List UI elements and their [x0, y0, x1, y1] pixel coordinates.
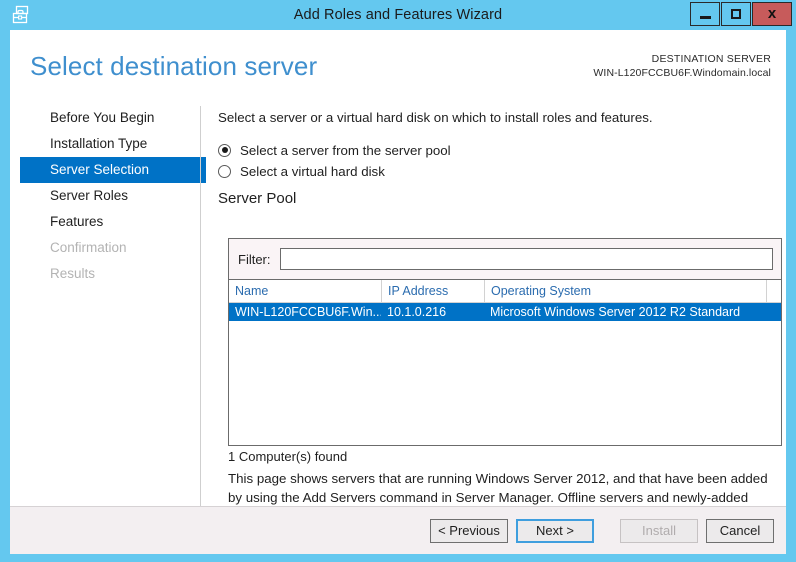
minimize-button[interactable]: [690, 2, 720, 26]
wizard-step-nav: Before You Begin Installation Type Serve…: [10, 105, 206, 520]
sidebar-item-installation-type[interactable]: Installation Type: [20, 131, 206, 157]
intro-text: Select a server or a virtual hard disk o…: [218, 110, 653, 125]
wizard-footer: < Previous Next > Install Cancel: [10, 506, 786, 554]
column-header-spacer: [766, 280, 781, 302]
cell-server-name: WIN-L120FCCBU6F.Win...: [235, 305, 381, 319]
server-pool-table: Name IP Address Operating System WIN-L12…: [228, 280, 782, 446]
maximize-icon: [731, 9, 741, 19]
radio-label-server-pool: Select a server from the server pool: [240, 142, 451, 158]
radio-indicator-selected: [218, 143, 231, 157]
destination-server-block: DESTINATION SERVER WIN-L120FCCBU6F.Windo…: [593, 52, 771, 80]
sidebar-item-confirmation: Confirmation: [50, 240, 127, 255]
sidebar-item-results: Results: [50, 266, 96, 281]
close-button[interactable]: x: [752, 2, 792, 26]
radio-label-virtual-hard-disk: Select a virtual hard disk: [240, 163, 385, 179]
radio-indicator-unselected: [218, 164, 231, 178]
filter-label: Filter:: [238, 251, 271, 267]
sidebar-item-features[interactable]: Features: [20, 209, 206, 235]
next-button[interactable]: Next >: [516, 519, 594, 543]
column-header-ip-address[interactable]: IP Address: [381, 280, 484, 302]
table-header-row: Name IP Address Operating System: [229, 280, 781, 303]
radio-select-virtual-hard-disk[interactable]: Select a virtual hard disk: [218, 161, 385, 181]
close-icon: x: [767, 5, 777, 22]
server-pool-heading: Server Pool: [218, 190, 297, 207]
title-bar: Add Roles and Features Wizard x: [0, 0, 796, 30]
cell-operating-system: Microsoft Windows Server 2012 R2 Standar…: [490, 305, 741, 319]
cell-ip-address: 10.1.0.216: [387, 305, 447, 319]
wizard-client-area: Select destination server DESTINATION SE…: [10, 30, 786, 554]
sidebar-item-before-you-begin[interactable]: Before You Begin: [20, 105, 206, 131]
filter-panel: Filter:: [228, 238, 782, 280]
cancel-button[interactable]: Cancel: [706, 519, 774, 543]
column-header-name[interactable]: Name: [229, 280, 381, 302]
sidebar-divider: [200, 106, 201, 518]
destination-server-label: DESTINATION SERVER: [651, 53, 771, 65]
column-header-operating-system[interactable]: Operating System: [484, 280, 766, 302]
install-button: Install: [620, 519, 698, 543]
radio-select-server-from-pool[interactable]: Select a server from the server pool: [218, 140, 451, 160]
computers-found-text: 1 Computer(s) found: [228, 449, 348, 464]
sidebar-item-server-selection[interactable]: Server Selection: [20, 157, 206, 183]
page-title: Select destination server: [30, 51, 318, 81]
filter-input[interactable]: [279, 248, 773, 270]
wizard-window: Add Roles and Features Wizard x Select d…: [0, 0, 796, 562]
destination-server-name: WIN-L120FCCBU6F.Windomain.local: [593, 67, 771, 79]
maximize-button[interactable]: [721, 2, 751, 26]
table-row[interactable]: WIN-L120FCCBU6F.Win... 10.1.0.216 Micros…: [229, 303, 781, 321]
previous-button[interactable]: < Previous: [430, 519, 508, 543]
window-title: Add Roles and Features Wizard: [293, 7, 503, 23]
sidebar-item-server-roles[interactable]: Server Roles: [20, 183, 206, 209]
minimize-icon: [699, 15, 711, 19]
